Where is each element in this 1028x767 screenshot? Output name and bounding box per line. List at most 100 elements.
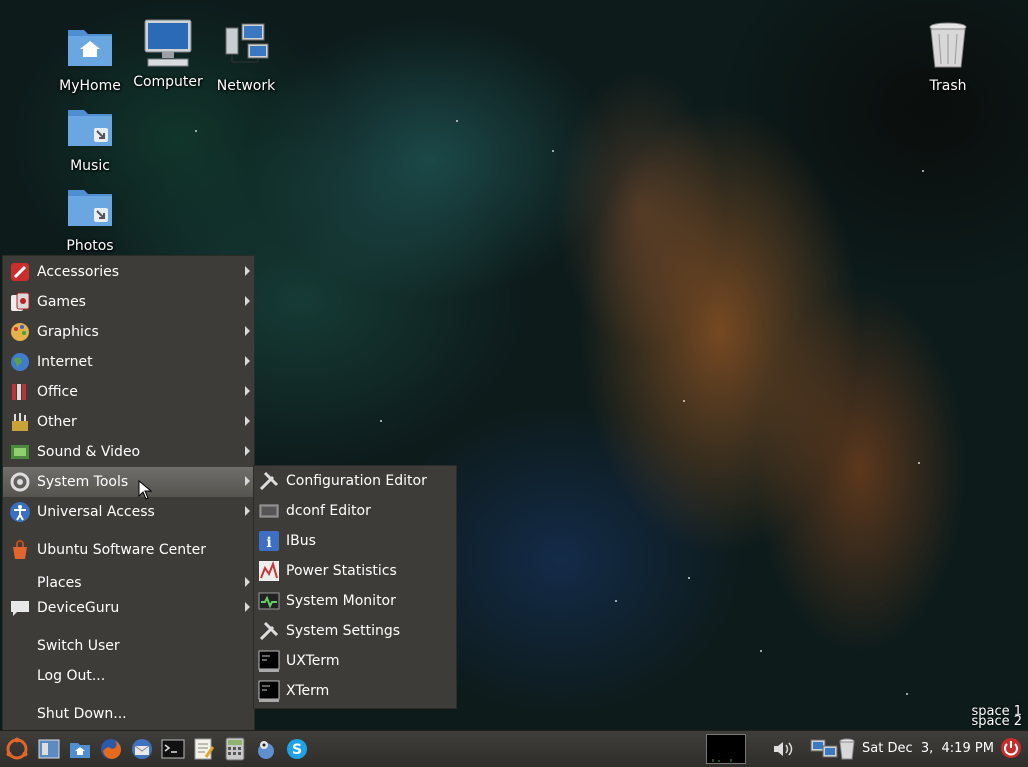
office-icon <box>12 384 26 400</box>
pidgin-icon[interactable] <box>254 737 278 761</box>
desktop-icon-myhome[interactable]: MyHome <box>50 20 130 94</box>
ubuntu-logo-icon[interactable] <box>5 737 29 761</box>
submenu-item-label: Power Statistics <box>286 563 397 579</box>
menu-item-shut-down[interactable]: Shut Down... <box>3 699 254 729</box>
submenu-item-power-statistics[interactable]: Power Statistics <box>254 556 456 586</box>
terminal-icon[interactable] <box>161 737 185 761</box>
trash-applet-icon[interactable] <box>838 737 856 761</box>
submenu-item-label: System Settings <box>286 623 401 639</box>
clock[interactable]: Sat Dec 3, 4:19 PM <box>862 741 994 756</box>
folder-link-icon <box>68 110 112 146</box>
menu-item-ubuntu-software-center[interactable]: Ubuntu Software Center <box>3 535 254 565</box>
submenu-arrow-icon <box>245 577 250 587</box>
network-status-icon[interactable] <box>810 737 840 761</box>
desktop-icon-music[interactable]: Music <box>50 100 130 174</box>
menu-item-label: Graphics <box>37 324 99 340</box>
submenu-item-uxterm[interactable]: UXTerm <box>254 646 456 676</box>
submenu-arrow-icon <box>245 296 250 306</box>
submenu-item-label: Configuration Editor <box>286 473 427 489</box>
submenu-item-system-settings[interactable]: System Settings <box>254 616 456 646</box>
menu-item-label: Sound & Video <box>37 444 141 460</box>
volume-icon[interactable] <box>771 737 795 761</box>
system-monitor-icon <box>258 592 280 610</box>
menu-item-label: Accessories <box>37 264 120 280</box>
universal-access-icon <box>10 502 30 522</box>
show-desktop-icon[interactable] <box>37 737 61 761</box>
menu-item-label: Office <box>37 384 78 400</box>
power-icon[interactable] <box>1000 737 1022 759</box>
wrench-icon <box>259 621 279 641</box>
info-icon: i <box>259 531 279 551</box>
desktop-icon-label: Music <box>70 158 110 174</box>
workspace-2[interactable]: space 2 <box>971 715 1022 728</box>
submenu-item-ibus[interactable]: i IBus <box>254 526 456 556</box>
terminal-icon <box>258 650 280 672</box>
svg-text:i: i <box>266 535 271 551</box>
submenu-arrow-icon <box>245 386 250 396</box>
power-statistics-icon <box>259 560 279 581</box>
desktop-icon-label: Computer <box>133 74 203 90</box>
other-icon <box>12 413 28 431</box>
text-editor-icon[interactable] <box>192 737 216 761</box>
menu-item-label: DeviceGuru <box>37 600 120 616</box>
desktop-icon-label: MyHome <box>59 78 121 94</box>
submenu-arrow-icon <box>245 266 250 276</box>
menu-item-office[interactable]: Office <box>3 377 254 407</box>
submenu-item-configuration-editor[interactable]: Configuration Editor <box>254 466 456 496</box>
menu-item-log-out[interactable]: Log Out... <box>3 661 254 691</box>
software-center-icon <box>13 540 27 559</box>
menu-item-label: Other <box>37 414 77 430</box>
menu-item-label: Internet <box>37 354 93 370</box>
calculator-icon[interactable] <box>223 737 247 761</box>
menu-item-label: Universal Access <box>37 504 155 520</box>
menu-item-other[interactable]: Other <box>3 407 254 437</box>
submenu-item-label: UXTerm <box>286 653 340 669</box>
desktop-icon-photos[interactable]: Photos <box>50 180 130 254</box>
firefox-icon[interactable] <box>99 737 123 761</box>
desktop-icon-trash[interactable]: Trash <box>908 20 988 94</box>
applications-menu: Accessories Games Graphics Internet Offi… <box>2 255 255 732</box>
submenu-item-xterm[interactable]: XTerm <box>254 676 456 706</box>
menu-item-label: Switch User <box>37 638 120 654</box>
menu-item-graphics[interactable]: Graphics <box>3 317 254 347</box>
menu-item-universal-access[interactable]: Universal Access <box>3 497 254 527</box>
menu-item-label: Places <box>37 575 82 591</box>
trash-icon <box>929 22 967 68</box>
submenu-item-system-monitor[interactable]: System Monitor <box>254 586 456 616</box>
mouse-pointer-icon <box>138 480 152 500</box>
desktop-icon-network[interactable]: Network <box>206 20 286 94</box>
menu-item-internet[interactable]: Internet <box>3 347 254 377</box>
svg-text:S: S <box>292 742 302 758</box>
menu-item-accessories[interactable]: Accessories <box>3 257 254 287</box>
menu-item-label: Ubuntu Software Center <box>37 542 206 558</box>
network-icon <box>225 23 269 63</box>
menu-item-switch-user[interactable]: Switch User <box>3 631 254 661</box>
thunderbird-icon[interactable] <box>130 737 154 761</box>
wrench-icon <box>259 471 279 491</box>
workspace-switcher[interactable]: space 1 space 2 <box>971 705 1022 728</box>
user-bubble-icon <box>11 601 29 616</box>
menu-item-games[interactable]: Games <box>3 287 254 317</box>
submenu-arrow-icon <box>245 326 250 336</box>
desktop-icon-label: Photos <box>66 238 114 254</box>
dconf-icon <box>259 504 279 518</box>
system-tools-submenu: Configuration Editor dconf Editor i IBus… <box>253 465 457 709</box>
accessories-icon <box>11 263 29 281</box>
menu-item-deviceguru[interactable]: DeviceGuru <box>3 593 254 623</box>
submenu-item-dconf-editor[interactable]: dconf Editor <box>254 496 456 526</box>
submenu-item-label: XTerm <box>286 683 330 699</box>
skype-icon[interactable]: S <box>285 737 309 761</box>
menu-item-label: System Tools <box>37 474 129 490</box>
submenu-arrow-icon <box>245 416 250 426</box>
submenu-arrow-icon <box>245 602 250 612</box>
file-manager-icon[interactable] <box>68 737 92 761</box>
menu-item-sound-video[interactable]: Sound & Video <box>3 437 254 467</box>
desktop-icon-label: Trash <box>929 78 967 94</box>
submenu-item-label: System Monitor <box>286 593 396 609</box>
menu-item-label: Log Out... <box>37 668 106 684</box>
desktop-icon-computer[interactable]: Computer <box>128 16 208 90</box>
desktop-icon-label: Network <box>216 78 276 94</box>
menu-item-system-tools[interactable]: System Tools <box>3 467 254 497</box>
submenu-arrow-icon <box>245 476 250 486</box>
cpu-load-graph[interactable] <box>706 734 746 764</box>
